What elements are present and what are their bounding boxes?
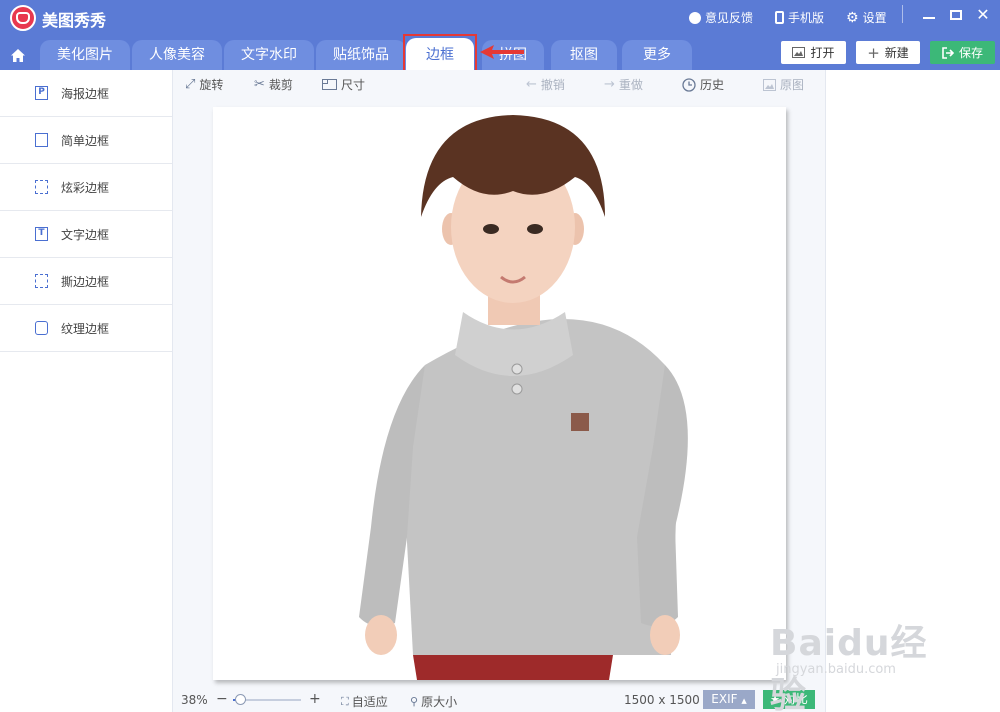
maximize-button[interactable]: [947, 6, 965, 24]
zoom-in-button[interactable]: +: [309, 691, 321, 707]
fit-icon: ⛶: [341, 694, 349, 708]
close-icon: ✕: [976, 5, 990, 24]
magnifier-icon: ⚲: [410, 695, 419, 708]
sidebar-item-torn-frame[interactable]: 撕边边框: [0, 258, 172, 305]
status-bar: 38% − + ⛶ 自适应 ⚲ 原大小 1500 x 1500 EXIF ▲ ★…: [173, 688, 825, 712]
edit-toolbar: ⤢ 旋转 ✂ 裁剪 尺寸 ← 撤销 → 重做 历史 原图: [173, 70, 825, 98]
image-dimensions: 1500 x 1500: [624, 693, 700, 707]
exif-label: EXIF: [711, 692, 738, 706]
rotate-icon: ⤢: [185, 77, 196, 92]
rotate-button[interactable]: ⤢ 旋转: [185, 76, 223, 93]
gear-icon: ⚙: [846, 9, 859, 26]
picture-icon: [763, 78, 776, 91]
mobile-label: 手机版: [788, 11, 825, 25]
frame-category-sidebar: P 海报边框 简单边框 炫彩边框 T 文字边框 撕边边框 纹理边框: [0, 70, 173, 712]
text-frame-icon: T: [35, 227, 48, 241]
zoom-out-button[interactable]: −: [216, 691, 228, 707]
app-logo-icon: [10, 5, 36, 31]
watermark-url: jingyan.baidu.com: [776, 662, 896, 677]
sidebar-item-label: 炫彩边框: [61, 180, 110, 195]
save-label: 保存: [958, 46, 983, 60]
image-icon: [792, 47, 806, 58]
crop-label: 裁剪: [268, 78, 293, 92]
settings-button[interactable]: ⚙ 设置: [846, 9, 887, 26]
caret-up-icon: ▲: [741, 697, 747, 705]
resize-icon: [322, 79, 337, 90]
sidebar-item-label: 纹理边框: [61, 321, 110, 336]
actual-size-button[interactable]: ⚲ 原大小: [410, 693, 457, 710]
torn-frame-icon: [35, 274, 48, 288]
tab-stickers[interactable]: 贴纸饰品: [316, 40, 406, 70]
zoom-slider-handle[interactable]: [234, 694, 246, 705]
sidebar-item-label: 文字边框: [61, 227, 110, 242]
tab-beautify[interactable]: 美化图片: [40, 40, 130, 70]
open-button[interactable]: 打开: [781, 41, 846, 64]
settings-label: 设置: [862, 11, 887, 25]
tab-more[interactable]: 更多: [622, 40, 692, 70]
close-button[interactable]: ✕: [974, 6, 992, 24]
export-icon: [942, 46, 954, 59]
edited-photo[interactable]: [213, 107, 786, 680]
original-label: 原图: [780, 78, 805, 92]
maximize-icon: [950, 10, 962, 20]
original-button[interactable]: 原图: [763, 76, 804, 93]
fit-button[interactable]: ⛶ 自适应: [341, 693, 388, 710]
tab-cutout[interactable]: 抠图: [551, 40, 617, 70]
history-label: 历史: [700, 78, 725, 92]
mobile-button[interactable]: 手机版: [775, 9, 824, 26]
annotation-highlight-box: [403, 34, 477, 73]
exif-button[interactable]: EXIF ▲: [703, 690, 755, 709]
sidebar-item-simple-frame[interactable]: 简单边框: [0, 117, 172, 164]
minimize-button[interactable]: [920, 6, 938, 24]
app-title: 美图秀秀: [42, 11, 107, 30]
size-label: 尺寸: [341, 78, 366, 92]
redo-arrow-icon: →: [604, 77, 615, 92]
sidebar-item-label: 简单边框: [61, 133, 110, 148]
home-icon: [11, 48, 25, 62]
colorful-frame-icon: [35, 180, 48, 194]
clock-icon: [682, 77, 696, 92]
undo-button[interactable]: ← 撤销: [526, 76, 565, 93]
history-button[interactable]: 历史: [682, 76, 724, 93]
baidu-jingyan-watermark: Baidu经验 jingyan.baidu.com: [770, 608, 960, 712]
tab-portrait[interactable]: 人像美容: [132, 40, 222, 70]
new-button[interactable]: + 新建: [856, 41, 920, 64]
crop-button[interactable]: ✂ 裁剪: [254, 76, 293, 93]
zoom-percent: 38%: [181, 693, 208, 707]
actual-size-label: 原大小: [421, 695, 458, 709]
new-label: 新建: [884, 46, 909, 60]
open-label: 打开: [810, 46, 835, 60]
phone-icon: [775, 11, 784, 24]
titlebar-divider: [902, 5, 903, 23]
redo-label: 重做: [618, 78, 643, 92]
feedback-icon: [689, 11, 701, 24]
poster-frame-icon: P: [35, 86, 48, 100]
feedback-button[interactable]: 意见反馈: [689, 9, 753, 26]
rotate-label: 旋转: [199, 78, 224, 92]
annotation-arrow: [480, 45, 524, 59]
size-button[interactable]: 尺寸: [322, 76, 365, 93]
simple-frame-icon: [35, 133, 48, 147]
sidebar-item-poster-frame[interactable]: P 海报边框: [0, 70, 172, 117]
save-button[interactable]: 保存: [930, 41, 995, 64]
texture-frame-icon: [35, 321, 48, 335]
sidebar-item-colorful-frame[interactable]: 炫彩边框: [0, 164, 172, 211]
sidebar-item-label: 撕边边框: [61, 274, 110, 289]
scissors-icon: ✂: [254, 77, 265, 92]
undo-label: 撤销: [540, 78, 565, 92]
sidebar-item-label: 海报边框: [61, 86, 110, 101]
home-button[interactable]: [4, 40, 32, 70]
tab-text-watermark[interactable]: 文字水印: [224, 40, 314, 70]
sidebar-item-text-frame[interactable]: T 文字边框: [0, 211, 172, 258]
redo-button[interactable]: → 重做: [604, 76, 643, 93]
boy-photo-illustration: [359, 115, 688, 680]
minimize-icon: [923, 17, 935, 19]
fit-label: 自适应: [351, 695, 388, 709]
sidebar-item-texture-frame[interactable]: 纹理边框: [0, 305, 172, 352]
undo-arrow-icon: ←: [526, 77, 537, 92]
plus-icon: +: [867, 43, 880, 62]
title-bar: 美图秀秀 意见反馈 手机版 ⚙ 设置 ✕: [0, 0, 1000, 35]
feedback-label: 意见反馈: [705, 11, 754, 25]
